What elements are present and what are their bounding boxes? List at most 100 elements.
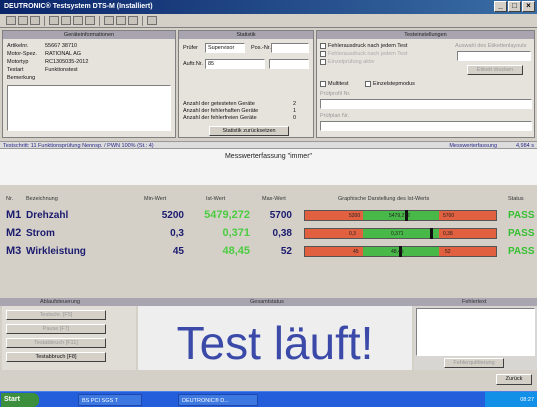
row-max: 5700 xyxy=(269,210,292,221)
fehlerquittierung-button[interactable]: Fehlerquittierung xyxy=(444,358,504,368)
pruefer-field[interactable]: Supervisor xyxy=(205,43,245,53)
etikett-layout-field[interactable] xyxy=(457,51,531,61)
auftrag-extra-field[interactable] xyxy=(269,59,309,69)
bar-mid: 5479,272 xyxy=(389,213,410,219)
col-ist: Ist-Wert xyxy=(206,196,226,202)
pruefer-label: Prüfer xyxy=(183,45,198,51)
opt1-checkbox[interactable]: Fehlerausdruck nach jedem Test xyxy=(320,43,407,49)
bar-hi: 0,38 xyxy=(443,231,453,237)
einzelstep-checkbox[interactable]: Einzelstepmodus xyxy=(365,81,415,87)
pruefplan-label: Prüfplan Nr. xyxy=(320,113,350,119)
testabbruch2-button[interactable]: Testabbruch [F8] xyxy=(6,352,106,362)
bar-hi: 52 xyxy=(445,249,451,255)
stop-icon[interactable] xyxy=(116,16,126,25)
task-button-active[interactable]: DEUTRONIC® D... xyxy=(178,394,258,406)
settings-icon[interactable] xyxy=(61,16,71,25)
col-bezeichnung: Bezeichnung xyxy=(26,196,58,202)
row-id: M2 xyxy=(6,227,22,239)
status-pass: PASS xyxy=(508,246,535,257)
row-name: Strom xyxy=(26,228,55,239)
row-min: 5200 xyxy=(161,210,184,221)
fehlertext-header: Fehlertext xyxy=(462,299,487,305)
task-button[interactable]: BS PCI SGS T xyxy=(78,394,142,406)
close-button[interactable]: × xyxy=(522,1,535,12)
exit-icon[interactable] xyxy=(147,16,157,25)
zurueck-button[interactable]: Zurück xyxy=(496,374,532,385)
save-icon[interactable] xyxy=(30,16,40,25)
minimize-button[interactable]: _ xyxy=(494,1,507,12)
measurement-row: M3 Wirkleistung 45 48,45 52 45 48,45 52 … xyxy=(0,243,537,261)
measurement-row: M1 Drehzahl 5200 5479,272 5700 5200 5479… xyxy=(0,207,537,225)
pruefplan-select[interactable] xyxy=(320,121,532,131)
window-title: DEUTRONIC® Testsystem DTS-M (Installiert… xyxy=(4,3,153,10)
message-box: Messwerterfassung "immer" xyxy=(0,149,537,185)
testeinstellungen-header: Testeinstellungen xyxy=(317,31,534,39)
statistik-row: Anzahl der fehlerfreien Geräte 0 xyxy=(183,115,297,121)
chart-icon[interactable] xyxy=(85,16,95,25)
toolbar xyxy=(0,14,537,28)
pause-button[interactable]: Pause [F7] xyxy=(6,324,106,334)
test-status-line: Testschritt: 11 Funktionsprüfung Nennsp.… xyxy=(0,141,537,149)
col-status: Status xyxy=(508,196,524,202)
geraete-row: Bemerkung xyxy=(7,75,36,81)
new-icon[interactable] xyxy=(6,16,16,25)
row-min: 0,3 xyxy=(170,228,184,239)
row-max: 0,38 xyxy=(272,228,292,239)
col-min: Min-Wert xyxy=(144,196,167,202)
fehlertext-field[interactable] xyxy=(416,308,535,356)
system-tray: 08:27 xyxy=(485,392,537,407)
toolbar-separator xyxy=(99,16,100,26)
start-button[interactable]: Start xyxy=(1,393,39,407)
measurement-row: M2 Strom 0,3 0,371 0,38 0,3 0,371 0,38 P… xyxy=(0,225,537,243)
etikett-drucken-button[interactable]: Etikett drucken xyxy=(467,65,523,75)
testeinstellungen-panel: Testeinstellungen Fehlerausdruck nach je… xyxy=(316,30,535,138)
auftrag-label: Auftr.Nr. xyxy=(183,61,203,67)
statistik-row: Anzahl der getesteten Geräte 2 xyxy=(183,101,297,107)
clock: 08:27 xyxy=(520,397,534,403)
test-status-text: Test läuft! xyxy=(176,317,374,369)
opt3-checkbox[interactable]: Einzelprüfung aktiv xyxy=(320,59,374,65)
testabbruch-button[interactable]: Testabbruch [F11] xyxy=(6,338,106,348)
row-ist: 0,371 xyxy=(222,227,250,239)
value-bar: 0,3 0,371 0,38 xyxy=(304,228,497,239)
geraete-row: Testart Funktionstest xyxy=(7,67,78,73)
status-pass: PASS xyxy=(508,228,535,239)
play-icon[interactable] xyxy=(104,16,114,25)
toolbar-separator xyxy=(142,16,143,26)
row-ist: 5479,272 xyxy=(204,209,250,221)
value-bar: 5200 5479,272 5700 xyxy=(304,210,497,221)
bar-lo: 0,3 xyxy=(349,231,356,237)
opt2-checkbox[interactable]: Fehlerausdruck nach jedem Test xyxy=(320,51,407,57)
statistik-panel: Statistik Prüfer Supervisor Pos.-Nr. Auf… xyxy=(178,30,314,138)
col-max: Max-Wert xyxy=(262,196,286,202)
auftrag-field[interactable]: 85 xyxy=(205,59,265,69)
print-icon[interactable] xyxy=(49,16,59,25)
row-name: Drehzahl xyxy=(26,210,69,221)
gesamtstatus-panel: Test läuft! xyxy=(138,306,412,370)
etikett-layout-label: Auswahl des Etikettenlayouts xyxy=(455,43,527,49)
maximize-button[interactable]: □ xyxy=(508,1,521,12)
pos-field[interactable] xyxy=(271,43,309,53)
geraete-row: Motortyp RC1305035-2012 xyxy=(7,59,89,65)
toolbar-separator xyxy=(44,16,45,26)
pruefprofil-select[interactable] xyxy=(320,99,532,109)
bar-lo: 5200 xyxy=(349,213,361,219)
bemerkung-field[interactable] xyxy=(7,85,171,131)
gesamtstatus-header: Gesamtstatus xyxy=(250,299,284,305)
row-id: M3 xyxy=(6,245,22,257)
multitest-checkbox[interactable]: Multitest xyxy=(320,81,348,87)
message-text: Messwerterfassung "immer" xyxy=(224,153,313,160)
bar-mid: 0,371 xyxy=(391,231,404,237)
bar-marker xyxy=(429,228,433,239)
testschritt-button[interactable]: Testschr. [F5] xyxy=(6,310,106,320)
statistik-reset-button[interactable]: Statistik zurücksetzen xyxy=(209,126,289,136)
taskbar: Start BS PCI SGS T DEUTRONIC® D... 08:27 xyxy=(0,391,537,407)
bar-hi: 5700 xyxy=(443,213,455,219)
statistik-header: Statistik xyxy=(179,31,313,39)
row-min: 45 xyxy=(172,246,184,257)
measurement-table-header: Nr. Bezeichnung Min-Wert Ist-Wert Max-We… xyxy=(0,194,537,204)
help-icon[interactable] xyxy=(128,16,138,25)
table-icon[interactable] xyxy=(73,16,83,25)
row-max: 52 xyxy=(280,246,292,257)
open-icon[interactable] xyxy=(18,16,28,25)
